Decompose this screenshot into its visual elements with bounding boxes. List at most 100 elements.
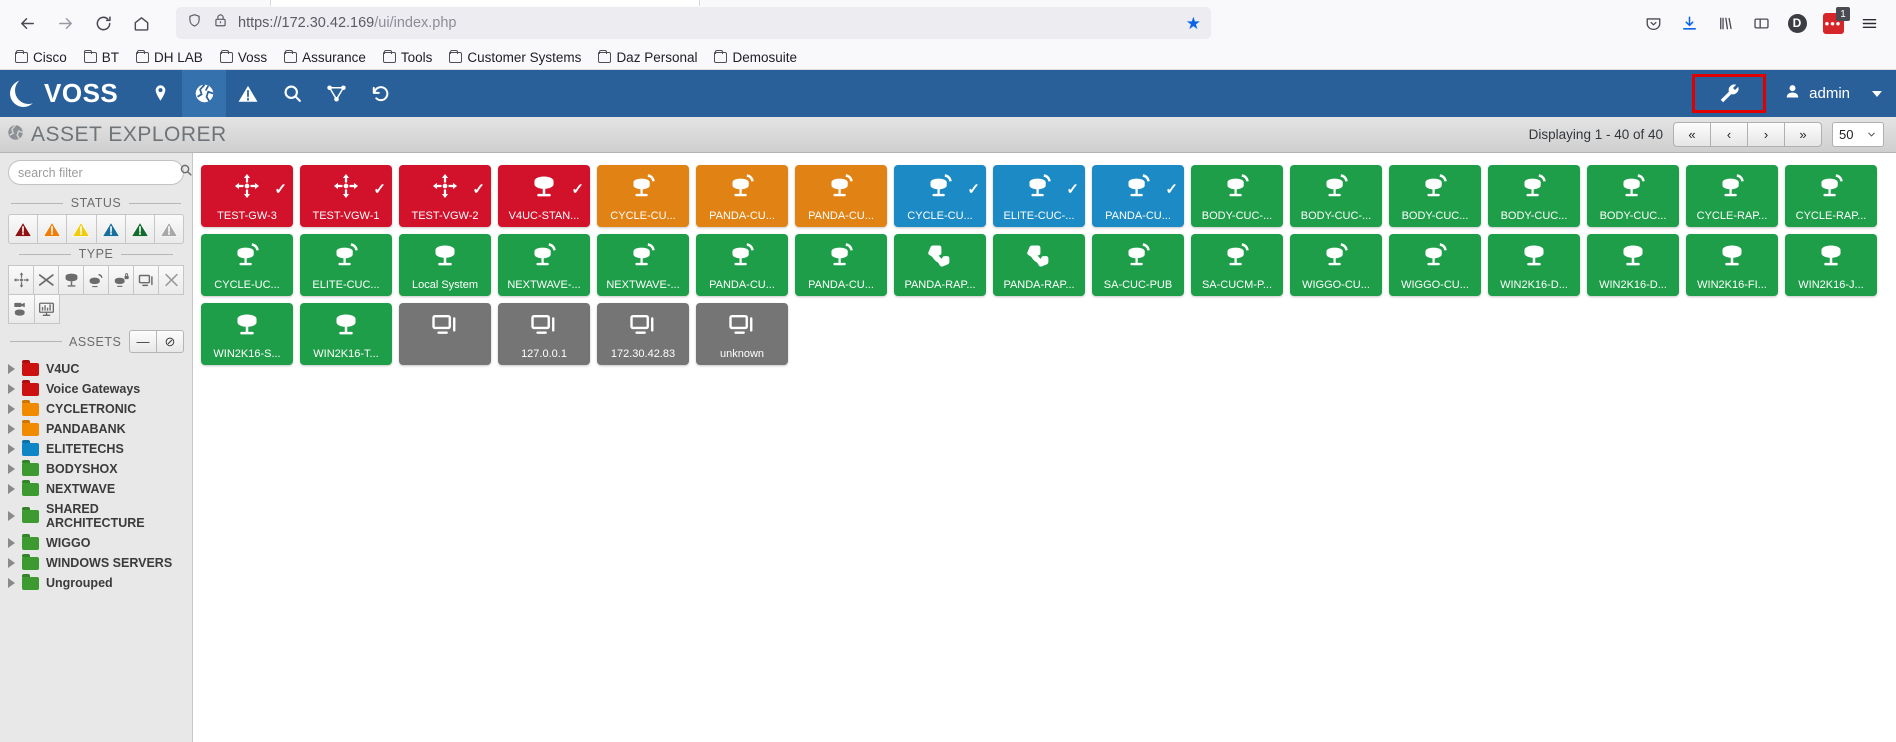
tree-item-windows-servers[interactable]: WINDOWS SERVERS: [0, 553, 192, 573]
type-voice-gateway-icon[interactable]: [83, 265, 109, 295]
chevron-down-icon[interactable]: [1872, 91, 1882, 97]
shield-icon[interactable]: [186, 12, 203, 34]
search-filter-box[interactable]: [8, 160, 184, 185]
bookmark-item[interactable]: Voss: [213, 48, 274, 67]
asset-tile[interactable]: 172.30.42.83: [597, 303, 689, 365]
asset-tile[interactable]: ✓V4UC-STAN...: [498, 165, 590, 227]
asset-tile[interactable]: WIN2K16-S...: [201, 303, 293, 365]
type-switch-icon[interactable]: [33, 265, 59, 295]
asset-tile[interactable]: 127.0.0.1: [498, 303, 590, 365]
tree-item-wiggo[interactable]: WIGGO: [0, 533, 192, 553]
search-input[interactable]: [18, 166, 179, 180]
location-pin-icon[interactable]: [138, 70, 182, 117]
status-minor[interactable]: [66, 214, 96, 244]
asset-tile[interactable]: ✓TEST-GW-3: [201, 165, 293, 227]
library-icon[interactable]: [1708, 6, 1742, 40]
bookmark-item[interactable]: Demosuite: [707, 48, 804, 67]
type-secure-server-icon[interactable]: [108, 265, 134, 295]
bookmark-item[interactable]: Daz Personal: [591, 48, 704, 67]
reload-button[interactable]: [86, 6, 120, 40]
asset-tile[interactable]: CYCLE-CU...: [597, 165, 689, 227]
hamburger-menu-icon[interactable]: [1852, 6, 1886, 40]
bookmark-item[interactable]: Cisco: [8, 48, 74, 67]
asset-tile[interactable]: PANDA-CU...: [795, 165, 887, 227]
asset-tile[interactable]: PANDA-CU...: [795, 234, 887, 296]
type-unknown-icon[interactable]: [158, 265, 184, 295]
asset-tile[interactable]: ✓ELITE-CUC-...: [993, 165, 1085, 227]
tree-item-bodyshox[interactable]: BODYSHOX: [0, 459, 192, 479]
tree-item-shared-architecture[interactable]: SHARED ARCHITECTURE: [0, 499, 192, 533]
status-major[interactable]: [37, 214, 67, 244]
status-critical[interactable]: [8, 214, 38, 244]
search-icon[interactable]: [179, 163, 193, 182]
globe-asset-icon[interactable]: [182, 70, 226, 117]
last-page-button[interactable]: »: [1784, 122, 1822, 147]
settings-wrench-button[interactable]: [1692, 74, 1766, 113]
bookmark-item[interactable]: Assurance: [277, 48, 373, 67]
asset-tile[interactable]: [399, 303, 491, 365]
asset-tile[interactable]: PANDA-RAP...: [993, 234, 1085, 296]
forward-button[interactable]: [48, 6, 82, 40]
type-camera-icon[interactable]: [8, 294, 35, 324]
asset-tile[interactable]: CYCLE-UC...: [201, 234, 293, 296]
asset-tile[interactable]: PANDA-CU...: [696, 165, 788, 227]
asset-tile[interactable]: BODY-CUC...: [1587, 165, 1679, 227]
clear-selection-button[interactable]: ⊘: [156, 330, 184, 353]
type-server-icon[interactable]: [58, 265, 84, 295]
asset-tile[interactable]: PANDA-CU...: [696, 234, 788, 296]
bookmark-item[interactable]: BT: [77, 48, 126, 67]
network-topology-icon[interactable]: [314, 70, 358, 117]
bookmark-star-icon[interactable]: ★: [1186, 15, 1201, 32]
collapse-all-button[interactable]: —: [129, 330, 157, 353]
next-page-button[interactable]: ›: [1747, 122, 1785, 147]
asset-tile[interactable]: WIN2K16-D...: [1587, 234, 1679, 296]
asset-tile[interactable]: WIGGO-CU...: [1389, 234, 1481, 296]
page-size-select[interactable]: 50: [1832, 122, 1884, 147]
bookmark-item[interactable]: Customer Systems: [442, 48, 588, 67]
tree-item-voice-gateways[interactable]: Voice Gateways: [0, 379, 192, 399]
alert-triangle-icon[interactable]: [226, 70, 270, 117]
asset-tile[interactable]: ✓TEST-VGW-1: [300, 165, 392, 227]
user-menu[interactable]: admin: [1766, 70, 1896, 117]
type-monitor-chart-icon[interactable]: [34, 294, 61, 324]
home-button[interactable]: [124, 6, 158, 40]
tree-item-elitetechs[interactable]: ELITETECHS: [0, 439, 192, 459]
asset-tile[interactable]: ✓TEST-VGW-2: [399, 165, 491, 227]
back-button[interactable]: [10, 6, 44, 40]
first-page-button[interactable]: «: [1673, 122, 1711, 147]
expand-arrow-icon[interactable]: [8, 538, 15, 548]
asset-tile[interactable]: ✓PANDA-CU...: [1092, 165, 1184, 227]
asset-tile[interactable]: SA-CUCM-P...: [1191, 234, 1283, 296]
expand-arrow-icon[interactable]: [8, 484, 15, 494]
asset-tile[interactable]: WIN2K16-D...: [1488, 234, 1580, 296]
asset-tile[interactable]: CYCLE-RAP...: [1686, 165, 1778, 227]
tree-item-v4uc[interactable]: V4UC: [0, 359, 192, 379]
asset-tile[interactable]: ELITE-CUC...: [300, 234, 392, 296]
asset-tile[interactable]: CYCLE-RAP...: [1785, 165, 1877, 227]
asset-tile[interactable]: BODY-CUC-...: [1290, 165, 1382, 227]
search-icon[interactable]: [270, 70, 314, 117]
voss-logo[interactable]: VOSS: [0, 70, 138, 117]
asset-tile[interactable]: WIN2K16-FI...: [1686, 234, 1778, 296]
pocket-icon[interactable]: [1636, 6, 1670, 40]
browser-tab-stub[interactable]: [270, 0, 700, 6]
expand-arrow-icon[interactable]: [8, 424, 15, 434]
asset-tile[interactable]: WIGGO-CU...: [1290, 234, 1382, 296]
expand-arrow-icon[interactable]: [8, 384, 15, 394]
bookmark-item[interactable]: Tools: [376, 48, 440, 67]
asset-tile[interactable]: PANDA-RAP...: [894, 234, 986, 296]
status-unknown[interactable]: [154, 214, 184, 244]
asset-tile[interactable]: unknown: [696, 303, 788, 365]
expand-arrow-icon[interactable]: [8, 444, 15, 454]
expand-arrow-icon[interactable]: [8, 558, 15, 568]
asset-tile[interactable]: BODY-CUC-...: [1191, 165, 1283, 227]
expand-arrow-icon[interactable]: [8, 464, 15, 474]
tree-item-ungrouped[interactable]: Ungrouped: [0, 573, 192, 593]
tree-item-nextwave[interactable]: NEXTWAVE: [0, 479, 192, 499]
status-normal[interactable]: [125, 214, 155, 244]
asset-tile[interactable]: ✓CYCLE-CU...: [894, 165, 986, 227]
asset-tile[interactable]: WIN2K16-J...: [1785, 234, 1877, 296]
extension-icon[interactable]: ••• 1: [1816, 6, 1850, 40]
expand-arrow-icon[interactable]: [8, 511, 15, 521]
undo-arrow-icon[interactable]: [358, 70, 402, 117]
